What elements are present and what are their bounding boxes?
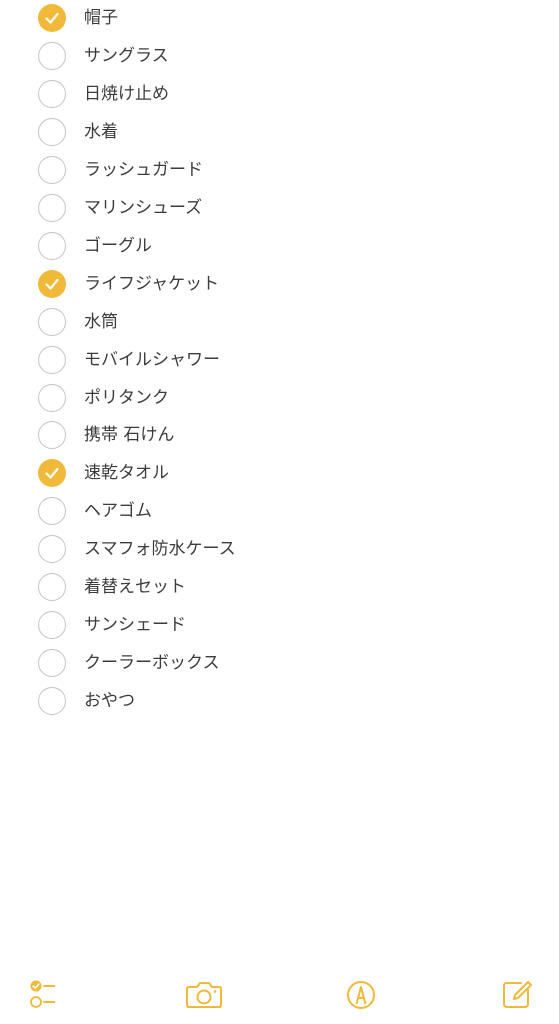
- checkmark-icon: [45, 468, 59, 479]
- checkbox-unchecked[interactable]: [38, 41, 66, 70]
- checklist-item-label[interactable]: ポリタンク: [84, 379, 169, 417]
- checklist-item-label[interactable]: ゴーグル: [84, 227, 152, 265]
- checklist-item-label[interactable]: 携帯 石けん: [84, 416, 174, 454]
- checkbox-unchecked[interactable]: [38, 307, 66, 336]
- checkbox-unchecked[interactable]: [38, 193, 66, 222]
- checklist-item: おやつ: [0, 682, 559, 720]
- checkbox-unchecked[interactable]: [38, 535, 66, 564]
- camera-button[interactable]: [184, 974, 224, 1014]
- checklist-item-label[interactable]: モバイルシャワー: [84, 341, 220, 379]
- checklist-item-label[interactable]: 日焼け止め: [84, 75, 169, 113]
- checkbox-checked[interactable]: [38, 269, 66, 298]
- checkmark-icon: [45, 12, 59, 24]
- checkbox-unchecked[interactable]: [38, 117, 66, 146]
- checklist-item: ラッシュガード: [0, 151, 559, 189]
- checkbox-unchecked[interactable]: [38, 79, 66, 108]
- compose-icon: [503, 981, 532, 1008]
- checklist-item: サングラス: [0, 37, 559, 75]
- checklist-item: 日焼け止め: [0, 75, 559, 113]
- checklist-item-label[interactable]: 水筒: [84, 303, 118, 341]
- checklist-item: ヘアゴム: [0, 492, 559, 530]
- checklist-item-label[interactable]: スマフォ防水ケース: [84, 530, 236, 568]
- checklist-item-label[interactable]: 着替えセット: [84, 568, 186, 606]
- checklist-item-label[interactable]: 水着: [84, 113, 118, 151]
- checkbox-unchecked[interactable]: [38, 383, 66, 412]
- checkbox-unchecked[interactable]: [38, 231, 66, 260]
- checklist-item: 水筒: [0, 303, 559, 341]
- checklist-item: サンシェード: [0, 606, 559, 644]
- checklist-item: ライフジャケット: [0, 265, 559, 303]
- checklist-item: 水着: [0, 113, 559, 151]
- markup-button[interactable]: [341, 974, 381, 1014]
- checklist-item-label[interactable]: サンシェード: [84, 606, 186, 644]
- checklist-item-label[interactable]: ヘアゴム: [84, 492, 152, 530]
- markup-pen-icon: [347, 981, 375, 1009]
- checkbox-unchecked[interactable]: [38, 611, 66, 640]
- checkbox-checked[interactable]: [38, 4, 66, 32]
- checklist-item: 着替えセット: [0, 568, 559, 606]
- checklist-item: クーラーボックス: [0, 644, 559, 682]
- checklist-item-label[interactable]: 帽子: [84, 0, 118, 37]
- checklist-item-label[interactable]: サングラス: [84, 37, 169, 75]
- compose-button[interactable]: [497, 974, 537, 1014]
- checkbox-checked[interactable]: [38, 459, 66, 488]
- checklist-item: スマフォ防水ケース: [0, 530, 559, 568]
- checklist-item-label[interactable]: おやつ: [84, 682, 135, 720]
- checklist-item: マリンシューズ: [0, 189, 559, 227]
- checklist-item: 速乾タオル: [0, 454, 559, 492]
- checklist-item-label[interactable]: ラッシュガード: [84, 151, 203, 189]
- checkbox-unchecked[interactable]: [38, 573, 66, 602]
- checkbox-unchecked[interactable]: [38, 497, 66, 526]
- checklist-item: 帽子: [0, 0, 559, 37]
- checklist-item-label[interactable]: ライフジャケット: [84, 265, 219, 303]
- checklist-item: ポリタンク: [0, 379, 559, 417]
- checklist-item: 携帯 石けん: [0, 416, 559, 454]
- camera-icon: [186, 982, 222, 1008]
- checkmark-icon: [45, 278, 59, 290]
- checklist-item: ゴーグル: [0, 227, 559, 265]
- bottom-toolbar: [0, 964, 559, 1024]
- checkbox-unchecked[interactable]: [38, 345, 66, 374]
- checkbox-unchecked[interactable]: [38, 687, 66, 716]
- checklist-item-label[interactable]: マリンシューズ: [84, 189, 202, 227]
- checklist-item: モバイルシャワー: [0, 341, 559, 379]
- checkbox-unchecked[interactable]: [38, 421, 66, 450]
- checkbox-unchecked[interactable]: [38, 155, 66, 184]
- checklist-icon: [30, 980, 55, 1008]
- checklist-button[interactable]: [15, 974, 55, 1014]
- checklist-item-label[interactable]: 速乾タオル: [84, 454, 169, 492]
- checkbox-unchecked[interactable]: [38, 649, 66, 678]
- checklist-item-label[interactable]: クーラーボックス: [84, 644, 220, 682]
